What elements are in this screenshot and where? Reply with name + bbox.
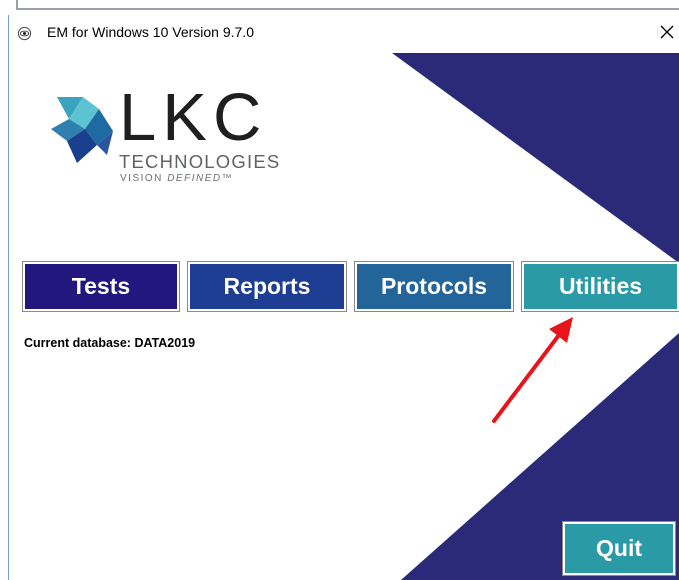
logo-wordmark: LKC: [119, 80, 268, 155]
close-icon: [660, 25, 674, 39]
logo-tagline: VISION DEFINED™: [120, 173, 233, 184]
logo-tagline-prefix: VISION: [120, 173, 168, 184]
logo-tagline-trademark: ™: [221, 173, 234, 184]
background-window-border: [16, 8, 679, 10]
upper-chevron-shape: [392, 53, 679, 263]
protocols-button-label: Protocols: [380, 273, 488, 299]
close-button[interactable]: [655, 19, 679, 45]
tests-button[interactable]: Tests: [22, 261, 180, 312]
red-arrow-icon: [492, 317, 573, 423]
tests-button-label: Tests: [71, 273, 131, 299]
app-window: EM for Windows 10 Version 9.7.0 LKC TECH…: [8, 15, 679, 580]
reports-button[interactable]: Reports: [187, 261, 347, 312]
utilities-button[interactable]: Utilities: [521, 261, 679, 312]
eye-icon: [17, 26, 32, 41]
lkc-logo-mark-icon: [51, 97, 113, 163]
quit-button[interactable]: Quit: [562, 521, 676, 576]
logo-tagline-emphasis: DEFINED: [167, 173, 222, 184]
lkc-logo: LKC TECHNOLOGIES VISION DEFINED™: [51, 80, 291, 189]
background-window-border-left: [16, 0, 18, 10]
utilities-button-label: Utilities: [558, 273, 643, 299]
protocols-button[interactable]: Protocols: [354, 261, 514, 312]
window-title: EM for Windows 10 Version 9.7.0: [47, 24, 254, 40]
quit-button-label: Quit: [596, 535, 642, 561]
logo-subtitle: TECHNOLOGIES: [119, 151, 281, 172]
current-database-label: Current database: DATA2019: [24, 336, 196, 350]
background-window-edge: [0, 0, 679, 14]
reports-button-label: Reports: [223, 273, 311, 299]
title-bar: EM for Windows 10 Version 9.7.0: [9, 15, 679, 50]
